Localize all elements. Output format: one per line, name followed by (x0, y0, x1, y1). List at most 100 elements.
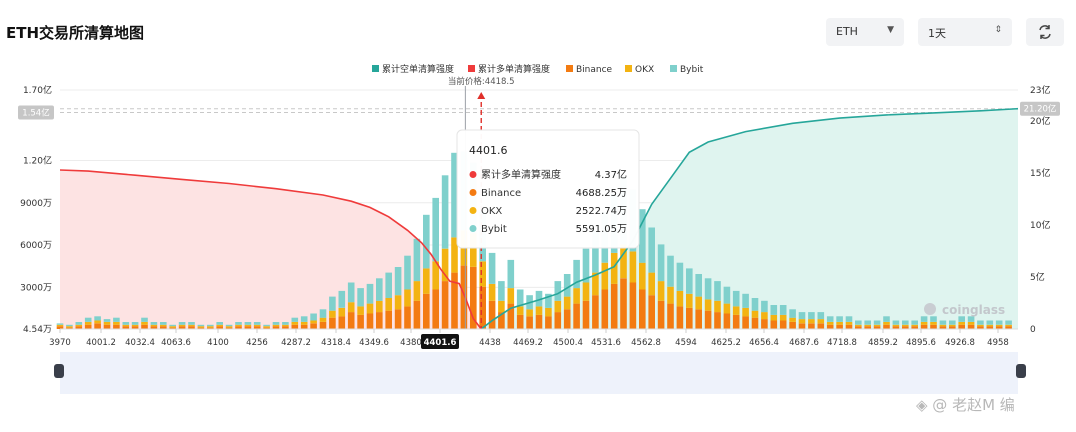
bar-binance (385, 310, 392, 329)
bar-binance (94, 323, 101, 329)
bar-bybit (347, 282, 355, 303)
bar-binance (479, 286, 486, 329)
bar-binance (967, 324, 975, 329)
x-axis-tick-label: 4032.4 (125, 338, 155, 348)
right-axis-tick: 10亿 (1030, 219, 1050, 231)
bar-bybit (338, 290, 346, 308)
bar-bybit (216, 322, 223, 325)
bar-bybit (808, 312, 815, 320)
bar-okx (225, 326, 233, 328)
page-title: ETH交易所清算地图 (6, 24, 145, 42)
tooltip-row-name: Binance (481, 188, 521, 199)
bar-bybit (300, 316, 308, 322)
bar-okx (197, 326, 205, 328)
x-axis-tick-label: 4859.2 (868, 338, 898, 348)
x-axis-tick-label: 4100 (207, 338, 229, 348)
coin-select[interactable]: ETH ▼ (826, 18, 904, 46)
tooltip-dot (469, 225, 477, 232)
bar-binance (958, 324, 965, 329)
bar-okx (808, 319, 815, 324)
tooltip-dot (469, 171, 477, 178)
bar-bybit (516, 289, 524, 307)
bar-bybit (770, 305, 778, 315)
bar-bybit (197, 324, 205, 327)
bar-binance (338, 316, 346, 329)
bar-okx (855, 324, 862, 327)
bar-binance (573, 303, 580, 329)
bar-okx (704, 299, 712, 311)
bar-bybit (56, 323, 64, 325)
bar-okx (235, 324, 242, 327)
current-price-label: 当前价格:4418.5 (448, 76, 515, 87)
bar-bybit (761, 300, 768, 313)
bar-okx (836, 322, 843, 325)
bar-okx (178, 324, 186, 327)
bar-okx (272, 324, 280, 327)
bar-binance (423, 293, 430, 329)
bar-bybit (667, 255, 674, 287)
bar-binance (432, 289, 439, 329)
bar-binance (732, 314, 740, 329)
bar-binance (347, 312, 355, 329)
bar-binance (695, 309, 702, 329)
bar-binance (300, 324, 308, 329)
bar-okx (216, 324, 223, 327)
bar-binance (545, 316, 552, 329)
slider-handle-left[interactable] (54, 364, 64, 378)
bar-bybit (657, 244, 665, 282)
bar-okx (291, 322, 299, 325)
bar-bybit (423, 214, 430, 269)
bar-okx (911, 324, 918, 327)
bar-okx (845, 322, 853, 325)
bar-okx (742, 307, 749, 317)
bar-okx (995, 324, 1003, 327)
bar-okx (798, 319, 806, 324)
bar-okx (188, 324, 195, 327)
bar-okx (695, 296, 702, 310)
tooltip-row-name: OKX (481, 206, 502, 217)
bar-binance (808, 323, 815, 329)
bar-binance (103, 324, 111, 329)
bar-okx (826, 322, 834, 325)
bar-okx (554, 300, 562, 313)
bar-okx (939, 324, 947, 327)
bar-bybit (385, 272, 392, 298)
x-axis-tick-label: 4895.6 (906, 338, 936, 348)
bar-bybit (225, 324, 233, 327)
bar-okx (338, 307, 346, 317)
bar-binance (620, 278, 627, 329)
bar-okx (723, 303, 731, 314)
x-axis-tick-label: 4500.4 (553, 338, 583, 348)
bar-binance (742, 316, 749, 329)
bar-okx (56, 324, 64, 327)
bar-okx (535, 306, 543, 315)
bar-bybit (911, 320, 918, 325)
bar-bybit (798, 312, 806, 320)
bar-okx (770, 314, 778, 321)
x-axis-tick-label: 4562.8 (631, 338, 661, 348)
bar-binance (84, 324, 92, 329)
bar-binance (770, 320, 778, 329)
bar-okx (949, 324, 956, 327)
bar-bybit (789, 309, 796, 318)
bar-bybit (995, 320, 1003, 325)
bar-okx (977, 324, 984, 327)
bar-okx (873, 324, 881, 327)
x-axis-tick-label: 4656.4 (749, 338, 779, 348)
range-select[interactable]: 1天 ⇕ (918, 18, 1012, 46)
bar-bybit (864, 320, 871, 325)
bar-bybit (883, 316, 890, 322)
slider-handle-right[interactable] (1016, 364, 1026, 378)
bar-bybit (441, 175, 449, 249)
bar-bybit (432, 197, 439, 262)
legend-label: 累计空单清算强度 (382, 63, 454, 75)
bar-bybit (686, 268, 693, 294)
bar-okx (563, 296, 571, 310)
refresh-button[interactable] (1026, 18, 1064, 46)
bar-okx (310, 320, 317, 324)
bar-bybit (554, 281, 562, 301)
bar-okx (732, 306, 740, 315)
x-axis-tick-label: 4687.6 (789, 338, 819, 348)
bar-binance (836, 324, 843, 329)
x-axis-tick-label: 4063.6 (161, 338, 191, 348)
